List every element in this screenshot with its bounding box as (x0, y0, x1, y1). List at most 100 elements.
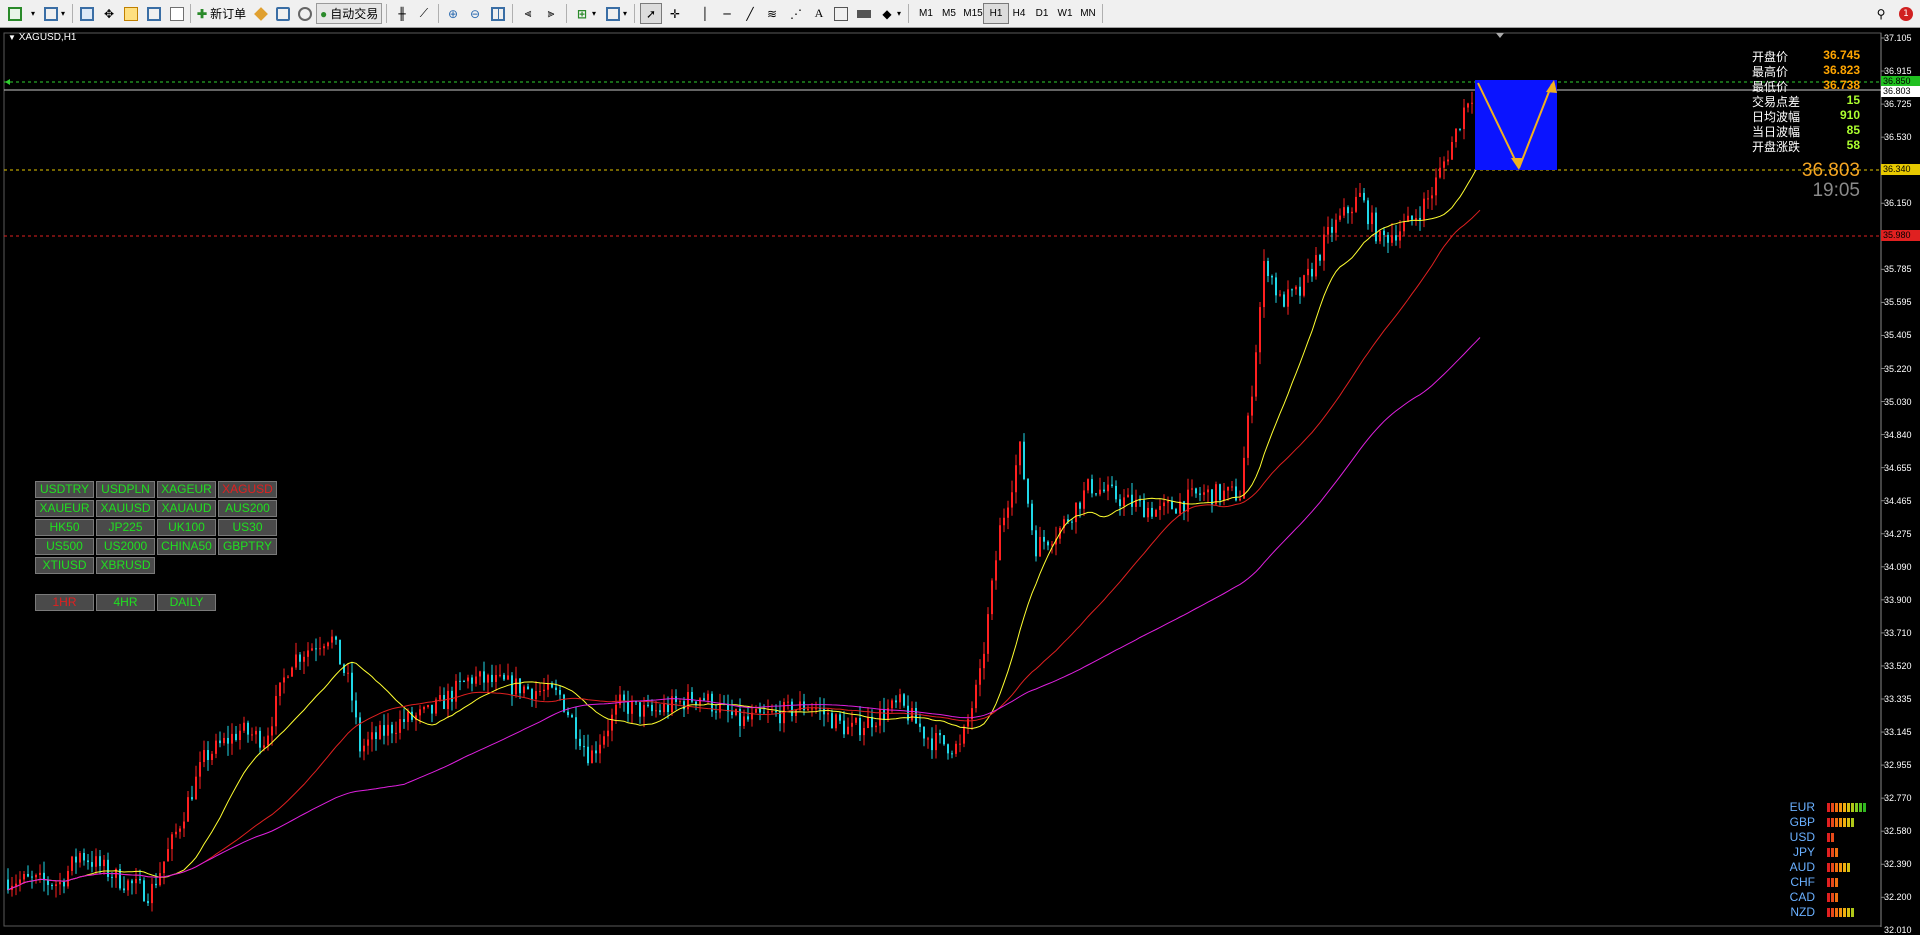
candle-body (715, 711, 717, 713)
market-watch-icon[interactable] (76, 3, 98, 24)
chevron-down-icon[interactable]: ▾ (28, 3, 38, 24)
candle-body (775, 711, 777, 713)
period-button-1hr[interactable]: 1HR (35, 594, 94, 611)
candle-body (127, 880, 129, 891)
timeframe-mn[interactable]: MN (1075, 3, 1101, 24)
candle-body (15, 883, 17, 886)
line-chart-icon[interactable]: ⟋ (413, 3, 435, 24)
strategy-tester-icon[interactable] (166, 3, 188, 24)
symbol-button-xageur[interactable]: XAGEUR (157, 481, 216, 498)
symbol-button-china50[interactable]: CHINA50 (157, 538, 216, 555)
price-chart[interactable] (0, 28, 1920, 927)
candle-body (899, 694, 901, 703)
text-icon[interactable]: A (808, 3, 830, 24)
info-value: 58 (1846, 138, 1860, 152)
candle-body (431, 704, 433, 714)
symbol-button-gbptry[interactable]: GBPTRY (218, 538, 277, 555)
candle-body (1083, 490, 1085, 509)
strength-bar (1835, 907, 1838, 917)
vertical-line-icon[interactable]: │ (694, 3, 716, 24)
chevron-down-icon[interactable]: ▾ (620, 3, 630, 24)
chevron-down-icon[interactable]: ▾ (894, 3, 904, 24)
symbol-button-uk100[interactable]: UK100 (157, 519, 216, 536)
symbol-button-xagusd[interactable]: XAGUSD (218, 481, 277, 498)
info-label: 日均波幅 (1752, 110, 1801, 124)
symbol-button-xtiusd[interactable]: XTIUSD (35, 557, 94, 574)
horizontal-line-icon[interactable]: ─ (716, 3, 738, 24)
candle-body (59, 881, 61, 885)
new-chart-icon[interactable] (4, 3, 26, 24)
symbol-button-jp225[interactable]: JP225 (96, 519, 155, 536)
candle-body (1319, 255, 1321, 261)
strength-row: USD (1770, 830, 1834, 844)
price-tick-label: 34.840 (1884, 429, 1912, 440)
signals-icon[interactable] (294, 3, 316, 24)
symbol-button-xbrusd[interactable]: XBRUSD (96, 557, 155, 574)
price-tick-label: 36.725 (1884, 99, 1912, 110)
crosshair-icon[interactable]: ✛ (664, 3, 686, 24)
notifications-icon[interactable]: 1 (1895, 3, 1917, 24)
candle-body (295, 654, 297, 668)
fibonacci-icon[interactable]: ≋ (761, 3, 783, 24)
chart-menu-icon[interactable]: ▼ (8, 33, 16, 42)
strength-bars (1827, 877, 1838, 887)
symbol-button-us30[interactable]: US30 (218, 519, 277, 536)
strength-bar (1831, 862, 1834, 872)
toolbar-separator (190, 4, 191, 23)
zoom-in-icon[interactable]: ⊕ (442, 3, 464, 24)
options-icon[interactable] (272, 3, 294, 24)
candle-body (879, 709, 881, 726)
trendline-icon[interactable]: ╱ (739, 3, 761, 24)
candle-body (407, 711, 409, 722)
candle-body (1099, 489, 1101, 495)
candle-body (867, 716, 869, 729)
auto-trading-button[interactable]: ● 自动交易 (316, 3, 383, 24)
candle-body (79, 852, 81, 863)
metaeditor-icon[interactable] (250, 3, 272, 24)
candle-body (283, 677, 285, 683)
candle-body (203, 750, 205, 763)
strength-bar (1843, 907, 1846, 917)
search-icon[interactable]: ⚲ (1870, 3, 1892, 24)
text-label-icon[interactable] (830, 3, 852, 24)
candle-body (531, 689, 533, 700)
symbol-button-us500[interactable]: US500 (35, 538, 94, 555)
period-button-4hr[interactable]: 4HR (96, 594, 155, 611)
candle-body (1043, 536, 1045, 542)
candle-body (655, 710, 657, 712)
terminal-icon[interactable] (143, 3, 165, 24)
candle-body (507, 675, 509, 680)
chevron-down-icon[interactable]: ▾ (589, 3, 599, 24)
symbol-button-usdtry[interactable]: USDTRY (35, 481, 94, 498)
strength-bar (1839, 802, 1842, 812)
channel-icon[interactable]: ⋰ (785, 3, 807, 24)
zoom-out-icon[interactable]: ⊖ (464, 3, 486, 24)
bar-chart-icon[interactable]: ╫ (391, 3, 413, 24)
arrow-shape-icon[interactable] (853, 3, 875, 24)
period-button-daily[interactable]: DAILY (157, 594, 216, 611)
cursor-icon[interactable]: ➚ (640, 3, 662, 24)
yellow-level-label: 36.340 (1881, 164, 1920, 175)
symbol-button-hk50[interactable]: HK50 (35, 519, 94, 536)
strength-currency: CAD (1789, 890, 1815, 904)
symbol-button-aus200[interactable]: AUS200 (218, 500, 277, 517)
candle-body (975, 684, 977, 709)
candle-body (951, 753, 953, 755)
data-window-icon[interactable] (120, 3, 142, 24)
timeframe-m5[interactable]: M5 (936, 3, 962, 24)
navigator-icon[interactable]: ✥ (98, 3, 120, 24)
candle-body (355, 700, 357, 718)
symbol-button-xauusd[interactable]: XAUUSD (96, 500, 155, 517)
tile-windows-icon[interactable] (487, 3, 509, 24)
candle-body (1231, 486, 1233, 488)
symbol-button-usdpln[interactable]: USDPLN (96, 481, 155, 498)
chevron-down-icon[interactable]: ▾ (58, 3, 68, 24)
symbol-button-xauaud[interactable]: XAUAUD (157, 500, 216, 517)
chart-shift-icon[interactable]: ⫸ (540, 3, 562, 24)
symbol-button-xaueur[interactable]: XAUEUR (35, 500, 94, 517)
new-order-button[interactable]: ✚ 新订单 (194, 3, 249, 24)
symbol-button-us2000[interactable]: US2000 (96, 538, 155, 555)
candle-body (959, 743, 961, 745)
candle-body (475, 676, 477, 684)
auto-scroll-icon[interactable]: ⫷ (517, 3, 539, 24)
